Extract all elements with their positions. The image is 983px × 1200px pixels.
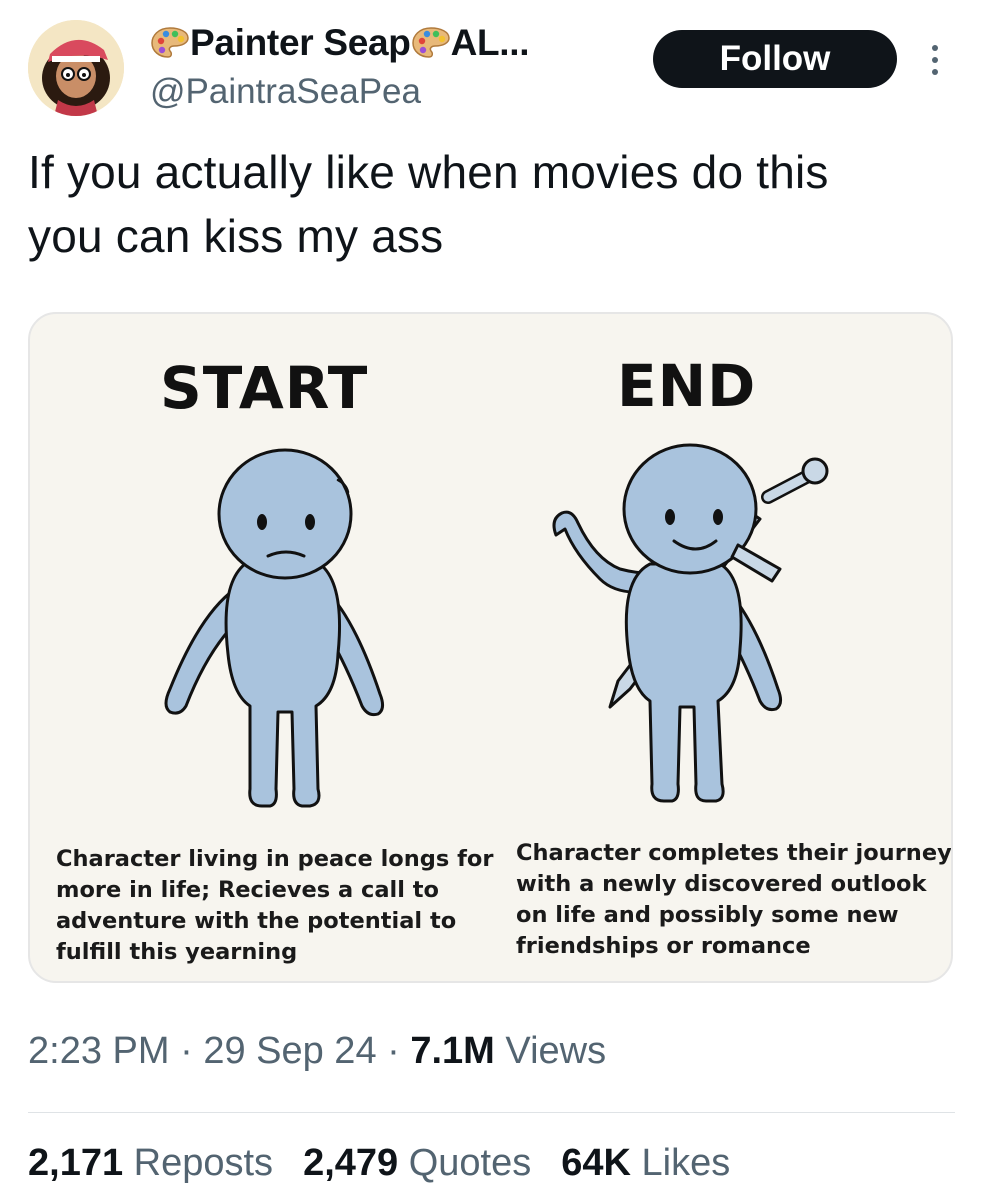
quotes-stat[interactable]: 2,479 Quotes (303, 1142, 531, 1185)
meta-separator: · (387, 1030, 400, 1072)
avatar-image (28, 20, 124, 116)
artist-palette-icon (411, 27, 450, 58)
views-label: Views (505, 1030, 607, 1072)
end-caption-line: on life and possibly some new (516, 902, 899, 928)
start-title: START (160, 354, 369, 422)
end-title: END (617, 352, 757, 420)
end-caption-line: with a newly discovered outlook (516, 871, 927, 897)
start-caption-line: fulfill this yearning (56, 939, 298, 965)
meta-separator: · (180, 1030, 193, 1072)
likes-label: Likes (641, 1142, 731, 1184)
tweet-time[interactable]: 2:23 PM (28, 1030, 170, 1072)
display-name-row[interactable]: Painter Seap AL... (150, 20, 530, 66)
artist-palette-icon (151, 27, 189, 58)
start-caption-line: adventure with the potential to (56, 908, 457, 934)
likes-count: 64K (561, 1142, 631, 1184)
user-handle[interactable]: @PaintraSeaPea (150, 72, 421, 112)
start-caption-line: more in life; Recieves a call to (56, 877, 440, 903)
tweet: Painter Seap AL... @PaintraSeaPea Follow… (0, 0, 983, 1200)
start-caption: Character living in peace longs for more… (56, 844, 493, 968)
end-caption-line: friendships or romance (516, 933, 811, 959)
reposts-label: Reposts (133, 1142, 274, 1184)
tweet-meta: 2:23 PM · 29 Sep 24 · 7.1M Views (28, 1030, 606, 1073)
start-caption-line: Character living in peace longs for (56, 846, 494, 872)
engagement-stats: 2,171 Reposts 2,479 Quotes 64K Likes (28, 1142, 730, 1185)
end-caption: Character completes their journey with a… (516, 838, 952, 962)
quotes-count: 2,479 (303, 1142, 399, 1184)
likes-stat[interactable]: 64K Likes (561, 1142, 730, 1185)
tweet-text-line: If you actually like when movies do this (28, 146, 829, 198)
reposts-count: 2,171 (28, 1142, 124, 1184)
more-options-icon[interactable] (920, 38, 950, 82)
follow-button[interactable]: Follow (653, 30, 897, 88)
tweet-text: If you actually like when movies do this… (28, 140, 948, 268)
divider (28, 1112, 955, 1113)
display-name: Painter Seap (190, 22, 411, 63)
avatar[interactable] (28, 20, 124, 116)
media-image[interactable]: START END Character living in peace long… (28, 312, 953, 983)
display-name-suffix: AL... (450, 22, 530, 63)
views-count: 7.1M (410, 1030, 495, 1072)
end-character-illustration (552, 443, 829, 803)
start-character-illustration (164, 448, 385, 808)
reposts-stat[interactable]: 2,171 Reposts (28, 1142, 273, 1185)
tweet-date[interactable]: 29 Sep 24 (203, 1030, 376, 1072)
tweet-text-line: you can kiss my ass (28, 210, 444, 262)
quotes-label: Quotes (408, 1142, 532, 1184)
end-caption-line: Character completes their journey (516, 840, 952, 866)
